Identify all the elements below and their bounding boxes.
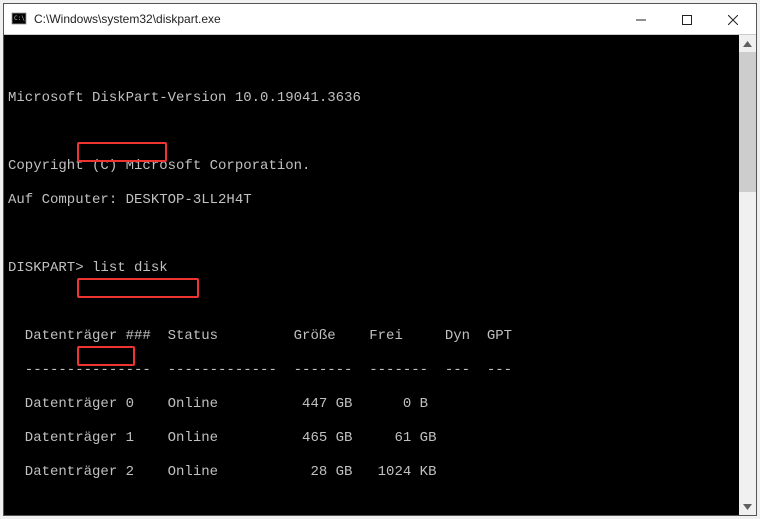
output-line <box>8 498 752 515</box>
minimize-button[interactable] <box>618 4 664 35</box>
output-line: Auf Computer: DESKTOP-3LL2H4T <box>8 192 752 209</box>
close-button[interactable] <box>710 4 756 35</box>
command-text: list disk <box>92 260 168 276</box>
vertical-scrollbar[interactable] <box>739 35 756 515</box>
table-row: Datenträger 2 Online 28 GB 1024 KB <box>8 464 752 481</box>
terminal-output: Microsoft DiskPart-Version 10.0.19041.36… <box>8 35 752 515</box>
output-line <box>8 226 752 243</box>
svg-text:C:\_: C:\_ <box>14 15 27 22</box>
table-row: Datenträger 0 Online 447 GB 0 B <box>8 396 752 413</box>
scrollbar-track[interactable] <box>739 52 756 498</box>
scroll-down-button[interactable] <box>739 498 756 515</box>
output-line <box>8 124 752 141</box>
scrollbar-thumb[interactable] <box>739 52 756 192</box>
table-divider: --------------- ------------- ------- --… <box>8 362 752 379</box>
window-controls <box>618 4 756 34</box>
output-line: Microsoft DiskPart-Version 10.0.19041.36… <box>8 90 752 107</box>
app-icon: C:\_ <box>11 11 27 27</box>
table-header: Datenträger ### Status Größe Frei Dyn GP… <box>8 328 752 345</box>
prompt-prefix: DISKPART> <box>8 260 92 276</box>
terminal-area[interactable]: Microsoft DiskPart-Version 10.0.19041.36… <box>4 35 756 515</box>
window-title: C:\Windows\system32\diskpart.exe <box>32 12 618 26</box>
table-row: Datenträger 1 Online 465 GB 61 GB <box>8 430 752 447</box>
prompt-line: DISKPART> list disk <box>8 260 752 277</box>
diskpart-window: C:\_ C:\Windows\system32\diskpart.exe Mi… <box>3 3 757 516</box>
titlebar[interactable]: C:\_ C:\Windows\system32\diskpart.exe <box>4 4 756 35</box>
scroll-up-button[interactable] <box>739 35 756 52</box>
output-line: Copyright (C) Microsoft Corporation. <box>8 158 752 175</box>
output-line <box>8 56 752 73</box>
output-line <box>8 294 752 311</box>
maximize-button[interactable] <box>664 4 710 35</box>
